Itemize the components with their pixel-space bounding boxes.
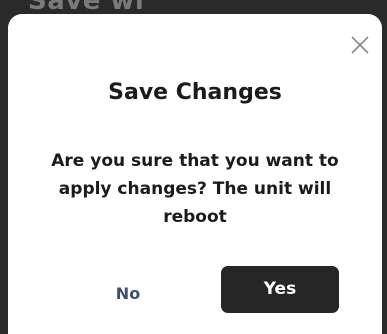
dialog-title: Save Changes (108, 80, 282, 105)
save-changes-dialog: Save Changes Are you sure that you want … (8, 14, 382, 334)
dialog-message: Are you sure that you want to apply chan… (51, 151, 339, 227)
yes-button[interactable]: Yes (221, 266, 339, 313)
close-icon[interactable] (349, 34, 371, 56)
no-button[interactable]: No (88, 274, 168, 314)
